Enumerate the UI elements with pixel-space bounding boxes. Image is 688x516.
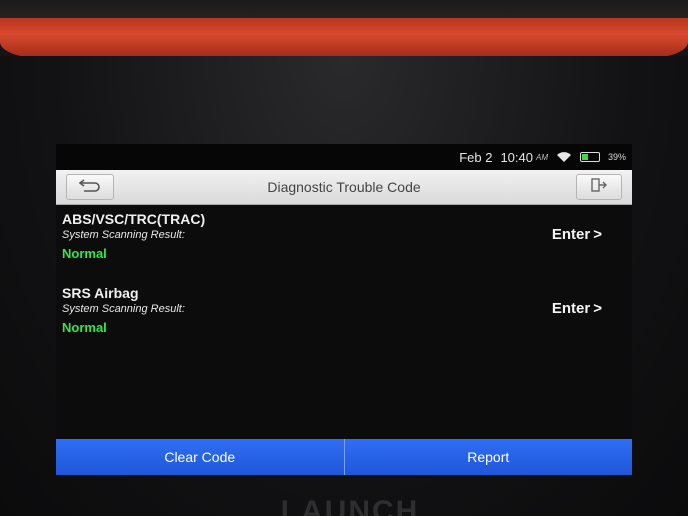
device-red-bezel	[0, 18, 688, 58]
status-time: 10:40	[500, 149, 533, 165]
enter-label: Enter	[551, 226, 591, 243]
brand-logo: LAUNCH	[280, 495, 420, 516]
system-status: Normal	[62, 246, 107, 261]
system-list: ABS/VSC/TRC(TRAC) System Scanning Result…	[56, 206, 632, 436]
system-scan-caption: System Scanning Result:	[62, 303, 185, 315]
title-bar: Diagnostic Trouble Code	[56, 170, 632, 205]
exit-icon	[590, 177, 608, 197]
system-name: ABS/VSC/TRC(TRAC)	[62, 211, 206, 227]
system-scan-caption: System Scanning Result:	[62, 229, 185, 241]
wifi-icon	[556, 151, 572, 163]
page-title: Diagnostic Trouble Code	[267, 179, 421, 195]
system-status: Normal	[62, 320, 107, 335]
chevron-right-icon: >	[593, 226, 602, 243]
status-bar: Feb 2 10:40 AM 39%	[56, 144, 632, 170]
enter-label: Enter	[551, 300, 591, 317]
chevron-right-icon: >	[593, 300, 602, 317]
enter-button[interactable]: Enter >	[552, 300, 602, 317]
report-button[interactable]: Report	[344, 439, 632, 475]
battery-icon	[579, 152, 600, 162]
system-item-srs: SRS Airbag System Scanning Result: Norma…	[62, 284, 622, 354]
device-screen: Feb 2 10:40 AM 39% Diagnostic Trouble Co…	[56, 144, 632, 478]
battery-percentage: 39%	[607, 152, 626, 162]
enter-button[interactable]: Enter >	[552, 226, 602, 243]
status-date: Feb 2	[459, 149, 493, 165]
clear-code-button[interactable]: Clear Code	[56, 439, 345, 475]
system-item-abs: ABS/VSC/TRC(TRAC) System Scanning Result…	[62, 210, 622, 280]
exit-button[interactable]	[576, 174, 622, 200]
status-ampm: AM	[535, 152, 548, 162]
system-name: SRS Airbag	[62, 285, 139, 301]
bottom-action-bar: Clear Code Report	[56, 439, 632, 475]
